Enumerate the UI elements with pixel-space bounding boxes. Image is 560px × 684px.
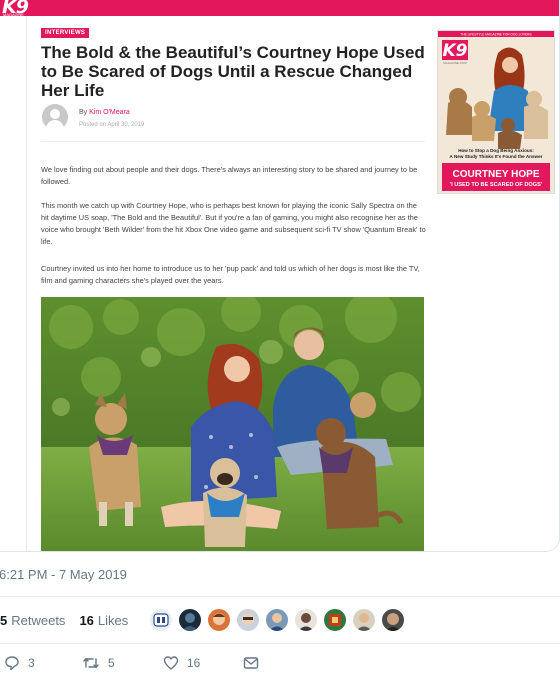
tweet-actions: 3 5 16 (0, 655, 560, 679)
like-button[interactable]: 16 (163, 655, 200, 671)
article-paragraph: This month we catch up with Courtney Hop… (41, 201, 426, 246)
author-link[interactable]: Kim O'Meara (89, 109, 130, 116)
article-paragraph: We love finding out about people and the… (41, 165, 418, 186)
photo-illustration (41, 297, 424, 551)
reply-count: 3 (28, 656, 35, 670)
liker-avatar[interactable] (149, 608, 173, 632)
liker-avatar[interactable] (352, 608, 376, 632)
magazine-cover-art: THE LIFESTYLE MAGAZINE FOR DOG LOVERS K9… (438, 31, 554, 193)
likes-count: 16 (79, 612, 94, 628)
liker-avatar[interactable] (207, 608, 231, 632)
tweet-media-card[interactable]: K9 MAGAZINE INTERVIEWS The Bold & the Be… (0, 0, 560, 552)
retweets-count: 5 (0, 612, 8, 628)
magazine-story-line1: How to Stop a Dog Being Anxious: (458, 148, 534, 153)
liker-avatar[interactable] (381, 608, 405, 632)
liker-avatar[interactable] (265, 608, 289, 632)
site-header-bar: K9 MAGAZINE (0, 0, 559, 18)
article-photo (41, 297, 424, 551)
reply-button[interactable]: 3 (4, 655, 35, 671)
divider (0, 643, 560, 644)
direct-message-button[interactable] (243, 655, 267, 671)
retweets-stat[interactable]: 5 Retweets (0, 613, 65, 628)
article-headline: The Bold & the Beautiful’s Courtney Hope… (41, 43, 425, 100)
divider (0, 596, 560, 597)
likes-stat[interactable]: 16 Likes (79, 613, 128, 628)
magazine-cover: THE LIFESTYLE MAGAZINE FOR DOG LOVERS K9… (437, 30, 555, 194)
byline-prefix: By (79, 109, 88, 116)
tweet-stats: 5 Retweets 16 Likes (0, 606, 128, 634)
retweet-icon (83, 657, 99, 669)
byline: By Kim O'Meara (79, 109, 130, 116)
like-count: 16 (187, 656, 201, 670)
envelope-icon (243, 657, 259, 669)
likers-avatars (149, 608, 410, 632)
author-avatar (42, 104, 68, 130)
magazine-cover-quote: 'I USED TO BE SCARED OF DOGS' (450, 182, 543, 188)
magazine-logo-sub: MAGAZINE.COM (443, 61, 467, 65)
reply-icon (5, 656, 19, 671)
retweet-button[interactable]: 5 (82, 655, 115, 671)
liker-avatar[interactable] (294, 608, 318, 632)
liker-avatar[interactable] (178, 608, 202, 632)
site-logo-sub: MAGAZINE (3, 12, 24, 17)
likes-label: Likes (97, 612, 129, 628)
retweet-count: 5 (108, 656, 115, 670)
magazine-cover-name: COURTNEY HOPE (452, 169, 539, 180)
posted-date: Posted on April 30, 2019 (79, 122, 145, 128)
magazine-story-line2: A New Study Thinks It's Found the Answer (450, 154, 543, 159)
tweet-timestamp[interactable]: 6:21 PM - 7 May 2019 (0, 567, 127, 582)
heart-icon (163, 656, 179, 670)
liker-avatar[interactable] (323, 608, 347, 632)
category-badge[interactable]: INTERVIEWS (41, 28, 90, 38)
divider (41, 141, 425, 142)
retweets-label: Retweets (11, 612, 66, 628)
magazine-logo: K9 (442, 41, 467, 61)
article-paragraph: Courtney invited us into her home to int… (41, 264, 420, 285)
liker-avatar[interactable] (236, 608, 260, 632)
magazine-tagline: THE LIFESTYLE MAGAZINE FOR DOG LOVERS (460, 33, 531, 37)
